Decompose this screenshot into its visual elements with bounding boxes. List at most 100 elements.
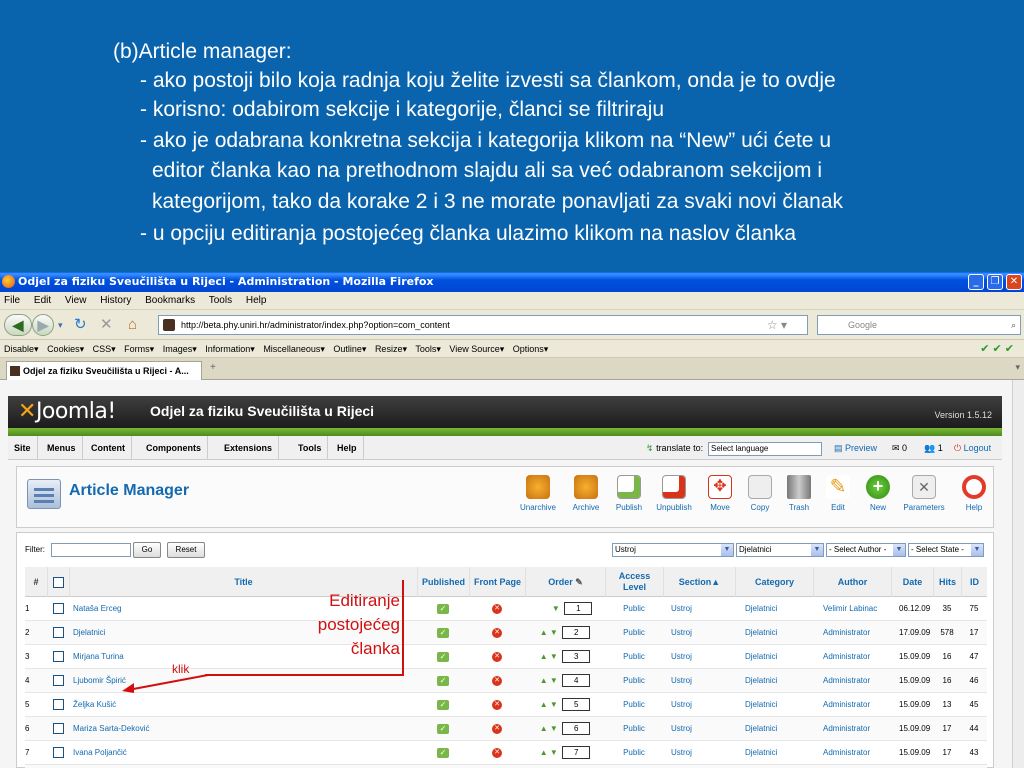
col-hits[interactable]: Hits: [933, 567, 961, 597]
access-level-link[interactable]: Public: [605, 645, 663, 669]
search-bar[interactable]: Google ⌕: [817, 315, 1021, 335]
col-access-level[interactable]: Access Level: [605, 567, 663, 597]
menu-help[interactable]: Help: [246, 295, 267, 306]
front-page-icon[interactable]: ✕: [469, 693, 525, 717]
col-front-page[interactable]: Front Page: [469, 567, 525, 597]
section-link[interactable]: Ustroj: [671, 621, 735, 645]
admin-menu-help[interactable]: Help: [331, 436, 364, 460]
language-select[interactable]: Select language: [708, 442, 822, 456]
dev-forms[interactable]: Forms▾: [124, 344, 154, 354]
dev-cookies[interactable]: Cookies▾: [47, 344, 84, 354]
published-icon[interactable]: ✓: [417, 693, 469, 717]
preview-link[interactable]: ▤ Preview: [834, 436, 877, 460]
publish-button[interactable]: Publish: [606, 475, 652, 523]
article-title-link[interactable]: Ivana Poljančić: [73, 741, 373, 765]
bookmark-star-icon[interactable]: ☆ ▾: [767, 316, 787, 334]
section-link[interactable]: Ustroj: [671, 597, 735, 621]
close-button[interactable]: ✕: [1006, 274, 1022, 290]
author-link[interactable]: Administrator: [823, 621, 891, 645]
published-icon[interactable]: ✓: [417, 741, 469, 765]
category-link[interactable]: Djelatnici: [745, 621, 815, 645]
dev-tools[interactable]: Tools▾: [415, 344, 441, 354]
admin-menu-extensions[interactable]: Extensions: [218, 436, 280, 460]
category-link[interactable]: Djelatnici: [745, 717, 815, 741]
row-checkbox[interactable]: [47, 669, 69, 693]
history-dropdown-icon[interactable]: ▾: [58, 316, 63, 334]
archive-button[interactable]: Archive: [563, 475, 609, 523]
section-link[interactable]: Ustroj: [671, 741, 735, 765]
dev-miscellaneous[interactable]: Miscellaneous▾: [263, 344, 325, 354]
parameters-button[interactable]: ✕ Parameters: [901, 475, 947, 523]
unarchive-button[interactable]: Unarchive: [515, 475, 561, 523]
front-page-icon[interactable]: ✕: [469, 597, 525, 621]
stop-icon[interactable]: ✕: [100, 316, 113, 334]
category-link[interactable]: Djelatnici: [745, 645, 815, 669]
row-checkbox[interactable]: [47, 693, 69, 717]
section-link[interactable]: Ustroj: [671, 693, 735, 717]
state-filter-select[interactable]: - Select State - ▼: [908, 543, 984, 557]
admin-menu-site[interactable]: Site: [8, 436, 38, 460]
new-button[interactable]: + New: [855, 475, 901, 523]
menu-tools[interactable]: Tools: [209, 295, 232, 306]
unpublish-button[interactable]: Unpublish: [651, 475, 697, 523]
tab-list-icon[interactable]: ▾: [1015, 362, 1020, 373]
row-checkbox[interactable]: [47, 645, 69, 669]
access-level-link[interactable]: Public: [605, 621, 663, 645]
author-link[interactable]: Administrator: [823, 717, 891, 741]
author-filter-select[interactable]: - Select Author - ▼: [826, 543, 906, 557]
menu-view[interactable]: View: [65, 295, 87, 306]
dev-options[interactable]: Options▾: [513, 344, 549, 354]
back-button[interactable]: ◀: [4, 314, 32, 336]
reload-icon[interactable]: ↻: [74, 316, 87, 334]
access-level-link[interactable]: Public: [605, 597, 663, 621]
new-tab-button[interactable]: +: [210, 362, 216, 373]
published-icon[interactable]: ✓: [417, 621, 469, 645]
menu-history[interactable]: History: [100, 295, 131, 306]
category-link[interactable]: Djelatnici: [745, 597, 815, 621]
category-link[interactable]: Djelatnici: [745, 741, 815, 765]
category-link[interactable]: Djelatnici: [745, 693, 815, 717]
author-link[interactable]: Administrator: [823, 693, 891, 717]
col-author[interactable]: Author: [813, 567, 891, 597]
article-title-link[interactable]: Mariza Sarta-Deković: [73, 717, 373, 741]
messages-count[interactable]: ✉ 0: [892, 436, 907, 460]
admin-menu-content[interactable]: Content: [85, 436, 132, 460]
author-link[interactable]: Administrator: [823, 741, 891, 765]
category-link[interactable]: Djelatnici: [745, 669, 815, 693]
col-id[interactable]: ID: [961, 567, 987, 597]
row-checkbox[interactable]: [47, 597, 69, 621]
access-level-link[interactable]: Public: [605, 717, 663, 741]
admin-menu-components[interactable]: Components: [140, 436, 208, 460]
dev-outline[interactable]: Outline▾: [333, 344, 366, 354]
dev-resize[interactable]: Resize▾: [375, 344, 407, 354]
published-icon[interactable]: ✓: [417, 597, 469, 621]
row-checkbox[interactable]: [47, 741, 69, 765]
reset-button[interactable]: Reset: [167, 542, 205, 558]
search-icon[interactable]: ⌕: [1011, 316, 1016, 334]
filter-input[interactable]: [51, 543, 131, 557]
section-filter-select[interactable]: Ustroj ▼: [612, 543, 734, 557]
front-page-icon[interactable]: ✕: [469, 741, 525, 765]
author-link[interactable]: Administrator: [823, 669, 891, 693]
minimize-button[interactable]: _: [968, 274, 984, 290]
help-button[interactable]: Help: [951, 475, 997, 523]
maximize-button[interactable]: ❐: [987, 274, 1003, 290]
category-filter-select[interactable]: Djelatnici ▼: [736, 543, 824, 557]
row-checkbox[interactable]: [47, 717, 69, 741]
front-page-icon[interactable]: ✕: [469, 717, 525, 741]
menu-edit[interactable]: Edit: [34, 295, 51, 306]
tab-active[interactable]: Odjel za fiziku Sveučilišta u Rijeci - A…: [6, 361, 202, 380]
article-title-link[interactable]: Željka Kušić: [73, 693, 373, 717]
col-category[interactable]: Category: [735, 567, 813, 597]
access-level-link[interactable]: Public: [605, 693, 663, 717]
section-link[interactable]: Ustroj: [671, 645, 735, 669]
front-page-icon[interactable]: ✕: [469, 621, 525, 645]
menu-file[interactable]: File: [4, 295, 20, 306]
forward-button[interactable]: ▶: [32, 314, 54, 336]
url-bar[interactable]: http://beta.phy.uniri.hr/administrator/i…: [158, 315, 808, 335]
col-published[interactable]: Published: [417, 567, 469, 597]
vertical-scrollbar[interactable]: [1012, 380, 1024, 768]
dev-information[interactable]: Information▾: [205, 344, 255, 354]
select-all-checkbox[interactable]: [47, 567, 69, 597]
dev-disable[interactable]: Disable▾: [4, 344, 39, 354]
